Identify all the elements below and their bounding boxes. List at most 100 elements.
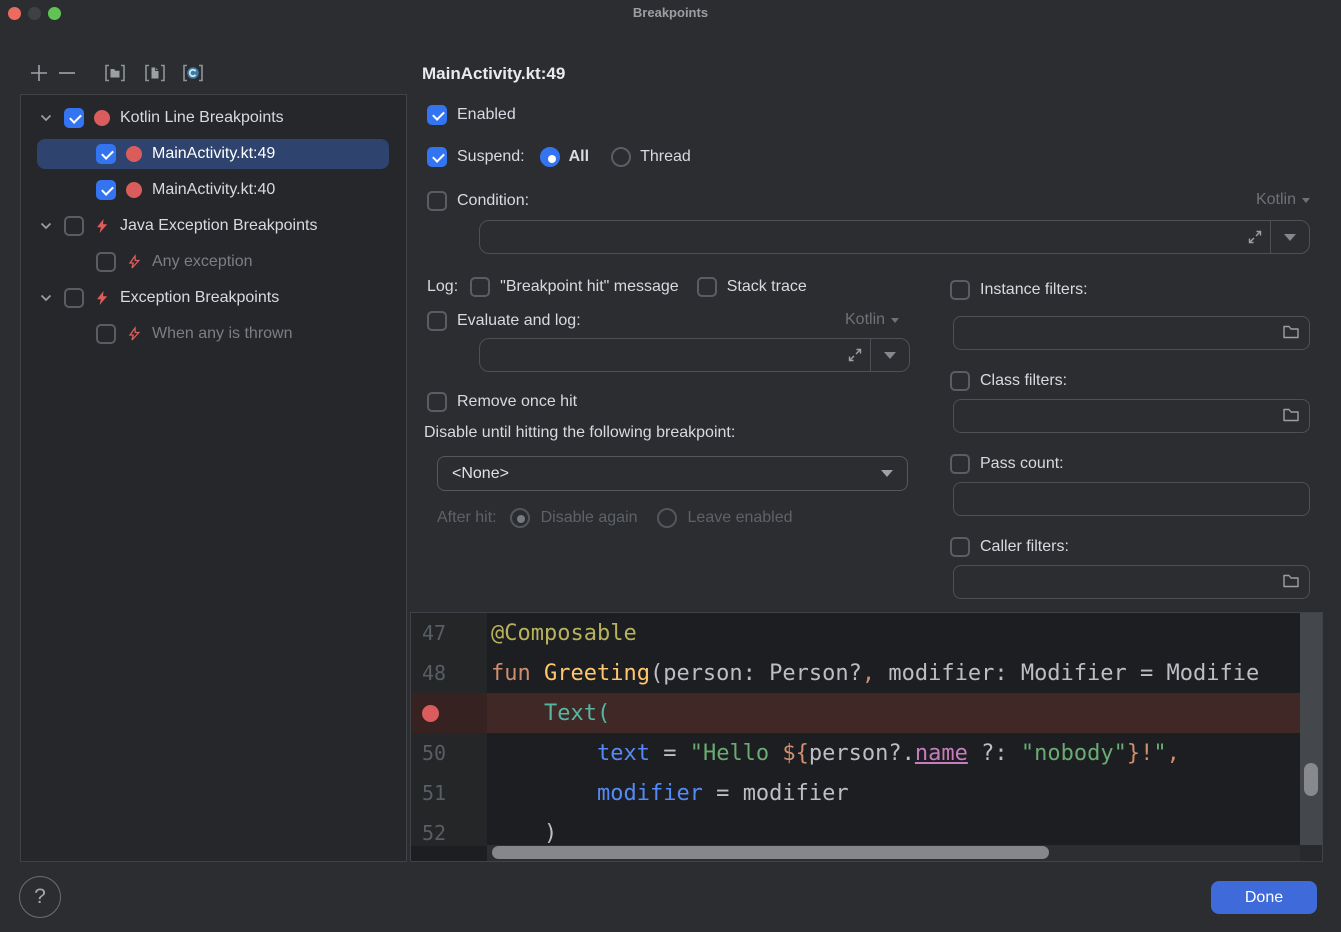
class-filters-input[interactable] — [953, 399, 1310, 433]
condition-input[interactable] — [479, 220, 1310, 254]
exception-breakpoint-icon — [93, 217, 111, 235]
enabled-row: Enabled — [427, 102, 516, 128]
chevron-down-icon — [884, 352, 896, 359]
tree-item-label: Kotlin Line Breakpoints — [120, 109, 284, 127]
pass-count-row: Pass count: — [950, 451, 1064, 477]
suspend-thread-label: Thread — [640, 148, 691, 166]
tree-item-any-exception[interactable]: Any exception — [21, 244, 406, 280]
group-by-package-button[interactable] — [102, 61, 128, 85]
group-by-file-icon — [143, 63, 167, 83]
scrollbar-corner — [1300, 845, 1322, 861]
chevron-down-icon[interactable] — [36, 288, 56, 308]
stack-trace-checkbox[interactable] — [697, 277, 717, 297]
instance-filters-row: Instance filters: — [950, 277, 1088, 303]
code-token: }! — [1127, 741, 1154, 766]
code-line-47: 47 @Composable — [411, 613, 1300, 653]
condition-checkbox[interactable] — [427, 191, 447, 211]
code-lines: 47 @Composable 48 fun Greeting(person: P… — [411, 613, 1300, 846]
suspend-checkbox[interactable] — [427, 147, 447, 167]
chevron-down-icon[interactable] — [36, 108, 56, 128]
leave-enabled-label: Leave enabled — [688, 509, 793, 527]
line-breakpoint-icon — [93, 109, 111, 127]
caller-filters-input[interactable] — [953, 565, 1310, 599]
suspend-thread-radio[interactable] — [611, 147, 631, 167]
horizontal-scrollbar[interactable] — [487, 845, 1300, 861]
pass-count-label: Pass count: — [980, 455, 1064, 473]
evaluate-input[interactable] — [479, 338, 910, 372]
suspend-row: Suspend: All Thread — [427, 144, 691, 170]
code-token: "nobody" — [1021, 741, 1127, 766]
tree-item-java-exception-breakpoints[interactable]: Java Exception Breakpoints — [21, 208, 406, 244]
group-by-file-button[interactable] — [142, 61, 168, 85]
tree-item-kotlin-line-breakpoints[interactable]: Kotlin Line Breakpoints — [21, 100, 406, 136]
checkbox[interactable] — [96, 180, 116, 200]
code-line-48: 48 fun Greeting(person: Person?, modifie… — [411, 653, 1300, 693]
instance-filters-input[interactable] — [953, 316, 1310, 350]
enabled-label: Enabled — [457, 106, 516, 124]
horizontal-scrollbar-thumb[interactable] — [492, 846, 1049, 859]
evaluate-checkbox[interactable] — [427, 311, 447, 331]
evaluate-label: Evaluate and log: — [457, 312, 581, 330]
code-token: person?. — [809, 741, 915, 766]
checkbox[interactable] — [64, 216, 84, 236]
after-hit-label: After hit: — [437, 509, 497, 527]
code-token: fun — [491, 661, 544, 686]
help-button[interactable]: ? — [19, 876, 61, 918]
code-token: Text( — [491, 701, 610, 726]
checkbox[interactable] — [64, 108, 84, 128]
disable-again-radio[interactable] — [510, 508, 530, 528]
line-breakpoint-icon — [125, 181, 143, 199]
pass-count-input[interactable] — [953, 482, 1310, 516]
condition-language-selector[interactable]: Kotlin — [1256, 191, 1310, 209]
code-token: (person: Person? — [650, 661, 862, 686]
instance-filters-checkbox[interactable] — [950, 280, 970, 300]
group-by-class-icon — [181, 63, 205, 83]
done-button[interactable]: Done — [1211, 881, 1317, 914]
checkbox[interactable] — [64, 288, 84, 308]
line-number: 50 — [411, 733, 487, 773]
window-title: Breakpoints — [0, 5, 1341, 20]
expand-editor-icon[interactable] — [1247, 229, 1263, 245]
breakpoint-gutter — [411, 693, 487, 733]
folder-icon[interactable] — [1282, 324, 1300, 340]
evaluate-history-dropdown[interactable] — [871, 339, 909, 371]
minus-icon — [58, 64, 76, 82]
leave-enabled-radio[interactable] — [657, 508, 677, 528]
pass-count-checkbox[interactable] — [950, 454, 970, 474]
condition-label: Condition: — [457, 192, 529, 210]
chevron-down-icon — [891, 318, 899, 323]
code-token: modifier — [597, 781, 703, 806]
chevron-down-icon[interactable] — [36, 216, 56, 236]
remove-breakpoint-button[interactable] — [54, 61, 80, 85]
code-token: ) — [491, 821, 557, 846]
vertical-scrollbar-thumb[interactable] — [1304, 763, 1318, 796]
tree-item-when-any-is-thrown[interactable]: When any is thrown — [21, 316, 406, 352]
group-by-package-icon — [103, 63, 127, 83]
tree-item-mainactivity-40[interactable]: MainActivity.kt:40 — [21, 172, 406, 208]
vertical-scrollbar[interactable] — [1300, 613, 1322, 846]
disable-until-combo[interactable]: <None> — [437, 456, 908, 491]
tree-item-mainactivity-49[interactable]: MainActivity.kt:49 — [21, 136, 406, 172]
caller-filters-checkbox[interactable] — [950, 537, 970, 557]
code-token: text — [597, 741, 650, 766]
log-message-checkbox[interactable] — [470, 277, 490, 297]
checkbox[interactable] — [96, 144, 116, 164]
checkbox[interactable] — [96, 252, 116, 272]
group-by-class-button[interactable] — [180, 61, 206, 85]
checkbox[interactable] — [96, 324, 116, 344]
evaluate-language-selector[interactable]: Kotlin — [845, 311, 899, 329]
breakpoint-tree: Kotlin Line Breakpoints MainActivity.kt:… — [20, 94, 407, 862]
code-token: = — [650, 741, 690, 766]
condition-history-dropdown[interactable] — [1271, 221, 1309, 253]
enabled-checkbox[interactable] — [427, 105, 447, 125]
remove-once-hit-checkbox[interactable] — [427, 392, 447, 412]
add-breakpoint-button[interactable] — [26, 61, 52, 85]
tree-item-exception-breakpoints[interactable]: Exception Breakpoints — [21, 280, 406, 316]
breakpoint-detail-title: MainActivity.kt:49 — [422, 64, 565, 84]
class-filters-checkbox[interactable] — [950, 371, 970, 391]
tree-item-label: MainActivity.kt:49 — [152, 145, 275, 163]
expand-editor-icon[interactable] — [847, 347, 863, 363]
folder-icon[interactable] — [1282, 407, 1300, 423]
suspend-all-radio[interactable] — [540, 147, 560, 167]
folder-icon[interactable] — [1282, 573, 1300, 589]
